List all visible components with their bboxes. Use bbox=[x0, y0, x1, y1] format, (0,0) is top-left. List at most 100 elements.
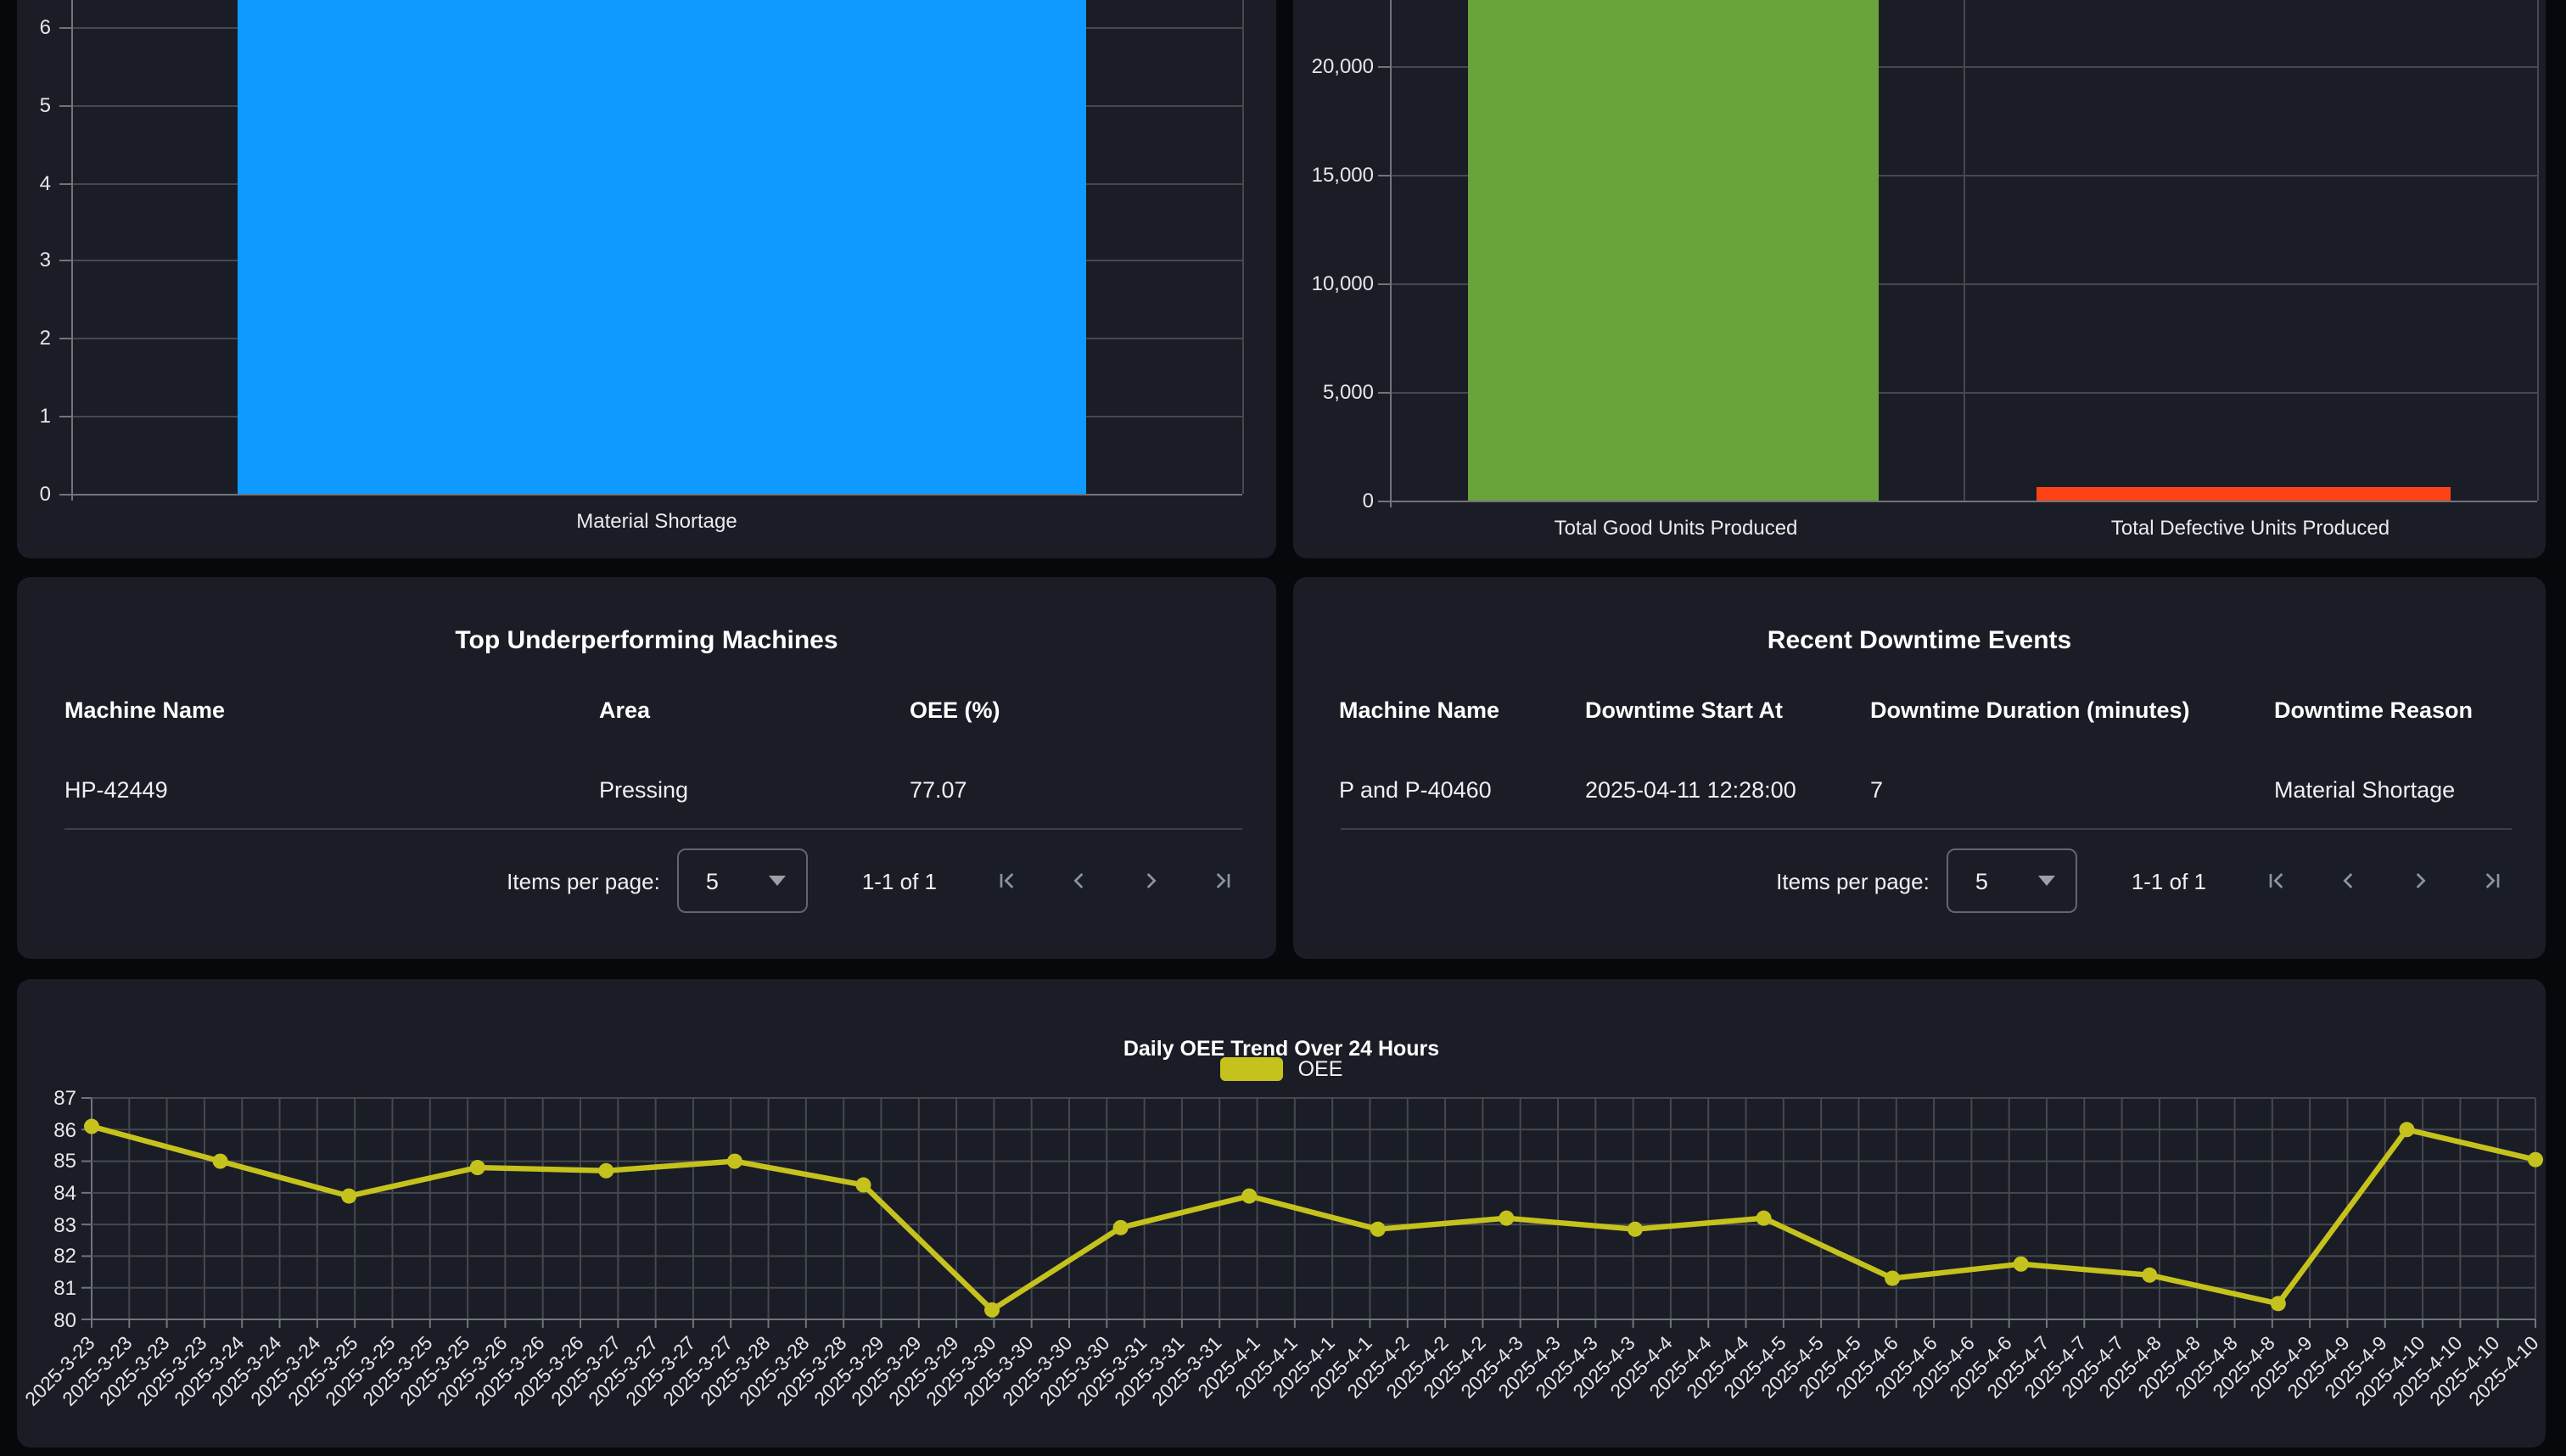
data-point[interactable] bbox=[213, 1154, 228, 1169]
data-point[interactable] bbox=[470, 1160, 485, 1175]
page-size-value: 5 bbox=[1975, 868, 1988, 893]
bar-total-good-units[interactable] bbox=[1468, 0, 1878, 501]
previous-page-button[interactable] bbox=[2335, 867, 2362, 894]
gridline bbox=[2537, 0, 2539, 501]
data-point[interactable] bbox=[2528, 1152, 2543, 1168]
page-size-select[interactable]: 5 bbox=[1947, 848, 2077, 913]
y-axis-label: 83 bbox=[17, 1212, 76, 1236]
items-per-page-label: Items per page: bbox=[1776, 868, 1930, 893]
data-point[interactable] bbox=[2014, 1257, 2029, 1272]
y-axis-label: 1 bbox=[17, 404, 51, 428]
y-axis-label: 5,000 bbox=[1293, 380, 1374, 404]
cell-downtime-start: 2025-04-11 12:28:00 bbox=[1585, 777, 1796, 803]
data-point[interactable] bbox=[1885, 1271, 1900, 1286]
y-axis-label: 0 bbox=[1293, 489, 1374, 512]
y-axis-label: 0 bbox=[17, 481, 51, 505]
y-axis-tick bbox=[1377, 65, 1389, 67]
data-point[interactable] bbox=[1756, 1211, 1772, 1226]
first-page-button[interactable] bbox=[994, 867, 1022, 894]
cell-oee: 77.07 bbox=[910, 777, 967, 803]
y-axis-label: 85 bbox=[17, 1150, 76, 1173]
gridline bbox=[1242, 0, 1244, 493]
y-axis-label: 84 bbox=[17, 1181, 76, 1205]
recent-downtime-events-card: Recent Downtime Events Machine Name Down… bbox=[1293, 577, 2546, 959]
previous-page-button[interactable] bbox=[1066, 867, 1093, 894]
y-axis-line bbox=[71, 0, 73, 500]
dashboard-screen: 0123456Material Shortage 05,00010,00015,… bbox=[0, 0, 2566, 1456]
row-divider bbox=[1341, 828, 2512, 830]
daily-oee-trend-chart: 87868584838281802025-3-232025-3-232025-3… bbox=[17, 979, 2546, 1448]
bar-total-defective-units[interactable] bbox=[2037, 486, 2451, 501]
x-axis-category-label: Material Shortage bbox=[402, 509, 911, 533]
y-axis-tick bbox=[59, 28, 71, 30]
card-title: Recent Downtime Events bbox=[1293, 627, 2546, 656]
data-point[interactable] bbox=[598, 1163, 613, 1179]
dashboard-page: 0123456Material Shortage 05,00010,00015,… bbox=[0, 0, 2566, 1456]
paginator: Items per page: 5 1-1 of 1 bbox=[507, 842, 1235, 920]
dropdown-caret-icon bbox=[769, 876, 786, 886]
dropdown-caret-icon bbox=[2038, 876, 2055, 886]
data-point[interactable] bbox=[84, 1119, 99, 1134]
x-axis-category-label: Total Defective Units Produced bbox=[1996, 516, 2505, 540]
chevron-left-icon bbox=[1066, 867, 1093, 894]
chevron-right-icon bbox=[2406, 867, 2434, 894]
data-point[interactable] bbox=[1628, 1222, 1643, 1237]
y-axis-tick bbox=[59, 182, 71, 184]
column-header-oee: OEE (%) bbox=[910, 697, 1000, 723]
y-axis-label: 87 bbox=[17, 1086, 76, 1110]
data-point[interactable] bbox=[341, 1189, 356, 1204]
y-axis-line bbox=[1389, 0, 1391, 507]
row-divider bbox=[64, 828, 1242, 830]
top-underperforming-machines-card: Top Underperforming Machines Machine Nam… bbox=[17, 577, 1276, 959]
data-point[interactable] bbox=[855, 1178, 871, 1193]
y-axis-tick bbox=[1377, 501, 1389, 502]
next-page-button[interactable] bbox=[2406, 867, 2434, 894]
y-axis-label: 2 bbox=[17, 326, 51, 350]
y-axis-label: 5 bbox=[17, 93, 51, 117]
y-axis-label: 80 bbox=[17, 1308, 76, 1331]
data-point[interactable] bbox=[2399, 1122, 2414, 1137]
y-axis-tick bbox=[1377, 174, 1389, 176]
y-axis-label: 3 bbox=[17, 249, 51, 272]
cell-downtime-duration: 7 bbox=[1870, 777, 1883, 803]
daily-oee-trend-card: Daily OEE Trend Over 24 Hours OEE 878685… bbox=[17, 979, 2546, 1448]
next-page-button[interactable] bbox=[1137, 867, 1164, 894]
cell-machine-name: HP-42449 bbox=[64, 777, 168, 803]
data-point[interactable] bbox=[1370, 1222, 1386, 1237]
page-size-select[interactable]: 5 bbox=[677, 848, 808, 913]
page-range-label: 1-1 of 1 bbox=[862, 868, 937, 893]
x-axis-category-label: Total Good Units Produced bbox=[1421, 516, 1930, 540]
data-point[interactable] bbox=[1113, 1220, 1129, 1235]
data-point[interactable] bbox=[1241, 1189, 1257, 1204]
y-axis-label: 86 bbox=[17, 1117, 76, 1141]
data-point[interactable] bbox=[1499, 1211, 1514, 1226]
oee-series-line bbox=[92, 1127, 2535, 1310]
bar-material-shortage[interactable] bbox=[237, 0, 1086, 493]
downtime-by-reason-chart-card: 0123456Material Shortage bbox=[17, 0, 1276, 558]
data-point[interactable] bbox=[984, 1302, 1000, 1318]
cell-downtime-reason: Material Shortage bbox=[2274, 777, 2455, 803]
first-page-icon bbox=[2264, 867, 2291, 894]
x-axis-line bbox=[1389, 501, 2537, 502]
first-page-button[interactable] bbox=[2264, 867, 2291, 894]
gridline bbox=[1964, 0, 1965, 501]
data-point[interactable] bbox=[2142, 1268, 2157, 1283]
y-axis-label: 4 bbox=[17, 171, 51, 194]
y-axis-tick bbox=[59, 338, 71, 339]
last-page-icon bbox=[1208, 867, 1235, 894]
last-page-button[interactable] bbox=[2478, 867, 2505, 894]
y-axis-label: 15,000 bbox=[1293, 162, 1374, 186]
units-produced-chart-card: 0 5,000 10,000 15,000 20,000 Total Good Units… bbox=[1293, 0, 2546, 558]
y-axis-tick bbox=[1377, 283, 1389, 285]
last-page-button[interactable] bbox=[1208, 867, 1235, 894]
y-axis-label: 10,000 bbox=[1293, 272, 1374, 295]
y-axis-tick bbox=[59, 105, 71, 107]
cell-machine-name: P and P-40460 bbox=[1339, 777, 1492, 803]
y-axis-label: 82 bbox=[17, 1244, 76, 1268]
y-axis-label: 20,000 bbox=[1293, 53, 1374, 77]
column-header-downtime-duration: Downtime Duration (minutes) bbox=[1870, 697, 2190, 723]
data-point[interactable] bbox=[2271, 1296, 2286, 1311]
oee-line-plot bbox=[92, 1098, 2539, 1331]
column-header-machine-name: Machine Name bbox=[1339, 697, 1499, 723]
data-point[interactable] bbox=[727, 1154, 742, 1169]
